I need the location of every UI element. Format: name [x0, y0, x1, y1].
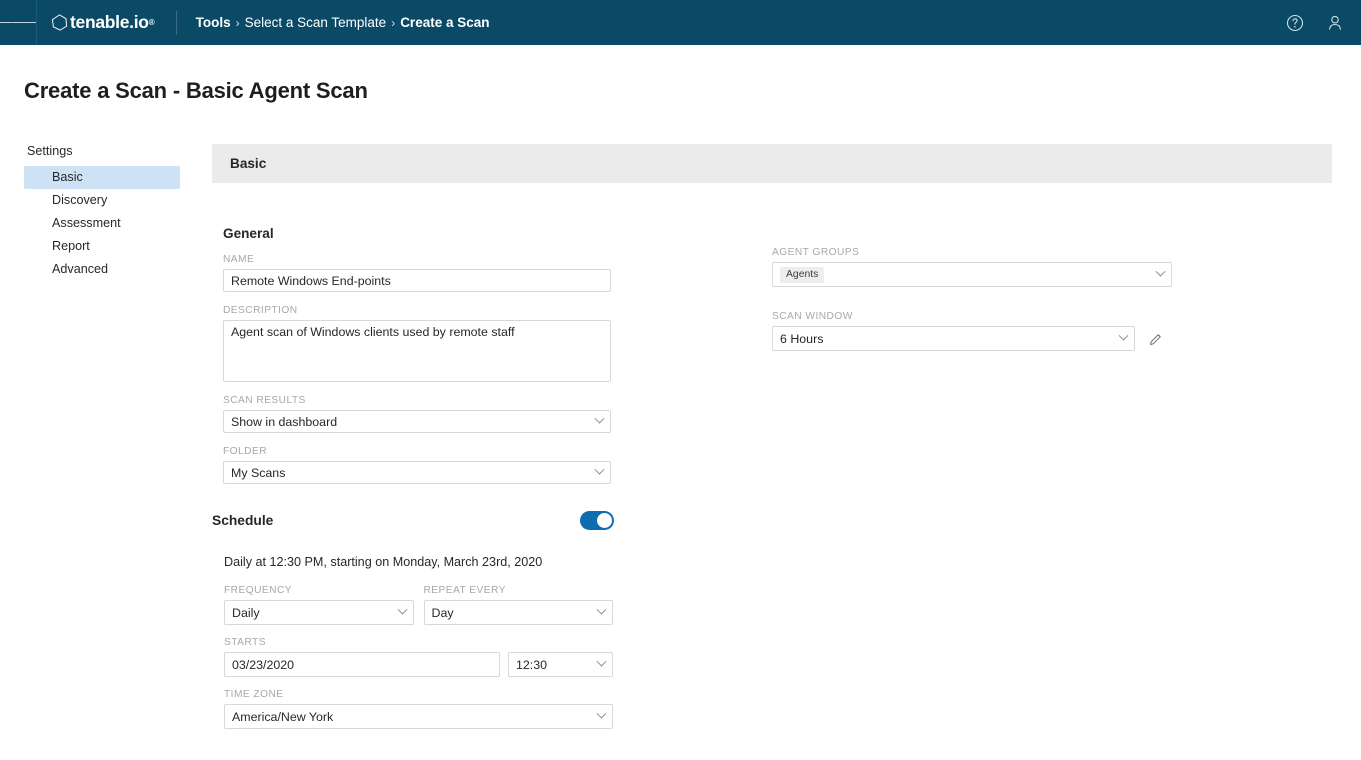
brand-registered-mark: ® — [149, 19, 155, 27]
breadcrumb-item-tools[interactable]: Tools — [196, 15, 231, 30]
starts-time-select[interactable]: 12:30 — [508, 652, 613, 677]
chevron-down-icon — [595, 464, 605, 474]
chevron-down-icon — [1156, 266, 1166, 276]
field-label-agent-groups: AGENT GROUPS — [772, 247, 1172, 258]
settings-sidebar: Settings Basic Discovery Assessment Repo… — [24, 144, 180, 281]
repeat-every-value: Day — [432, 606, 454, 620]
starts-time-value: 12:30 — [516, 658, 547, 672]
schedule-fields: FREQUENCY Daily REPEAT EVERY Day STARTS — [224, 585, 613, 729]
field-scan-window: SCAN WINDOW 6 Hours — [772, 311, 1172, 351]
field-starts: STARTS 03/23/2020 12:30 — [224, 637, 613, 677]
field-label-name: NAME — [223, 254, 611, 265]
sidebar-item-advanced[interactable]: Advanced — [24, 258, 180, 281]
general-section-heading: General — [223, 226, 1332, 241]
hamburger-icon-line — [12, 22, 24, 24]
brand-name: tenable.io — [70, 14, 149, 32]
schedule-summary-text: Daily at 12:30 PM, starting on Monday, M… — [224, 555, 632, 569]
frequency-value: Daily — [232, 606, 260, 620]
field-repeat-every: REPEAT EVERY Day — [424, 585, 614, 625]
field-agent-groups: AGENT GROUPS Agents — [772, 247, 1172, 287]
field-label-folder: FOLDER — [223, 446, 611, 457]
starts-date-wrapper: 03/23/2020 — [224, 652, 500, 677]
sidebar-item-assessment[interactable]: Assessment — [24, 212, 180, 235]
folder-value: My Scans — [231, 466, 285, 480]
field-label-repeat-every: REPEAT EVERY — [424, 585, 614, 596]
sidebar-item-report[interactable]: Report — [24, 235, 180, 258]
field-description: DESCRIPTION Agent scan of Windows client… — [223, 305, 611, 382]
field-folder: FOLDER My Scans — [223, 446, 611, 484]
settings-sidebar-title: Settings — [24, 144, 180, 158]
breadcrumb-item-select-a-scan-template[interactable]: Select a Scan Template — [245, 15, 387, 30]
chevron-down-icon — [597, 604, 607, 614]
time-zone-value: America/New York — [232, 710, 333, 724]
starts-time-wrapper: 12:30 — [508, 652, 613, 677]
top-navigation-bar: tenable.io ® Tools › Select a Scan Templ… — [0, 0, 1361, 45]
breadcrumb-item-create-a-scan: Create a Scan — [400, 15, 489, 30]
field-label-starts: STARTS — [224, 637, 613, 648]
agent-groups-chip[interactable]: Agents — [780, 267, 824, 283]
field-time-zone: TIME ZONE America/New York — [224, 689, 613, 729]
user-account-icon[interactable] — [1325, 13, 1345, 33]
panel-header-basic: Basic — [212, 144, 1332, 183]
field-label-frequency: FREQUENCY — [224, 585, 414, 596]
pencil-edit-icon[interactable] — [1148, 331, 1164, 347]
schedule-section: Schedule Daily at 12:30 PM, starting on … — [212, 511, 632, 729]
field-label-time-zone: TIME ZONE — [224, 689, 613, 700]
brand-logo[interactable]: tenable.io ® — [37, 0, 155, 45]
general-right-column: AGENT GROUPS Agents SCAN WINDOW 6 Hours — [772, 247, 1172, 364]
breadcrumb-separator-icon: › — [236, 16, 240, 30]
field-name: NAME Remote Windows End-points — [223, 254, 611, 292]
time-zone-select[interactable]: America/New York — [224, 704, 613, 729]
description-textarea[interactable]: Agent scan of Windows clients used by re… — [223, 320, 611, 382]
field-label-description: DESCRIPTION — [223, 305, 611, 316]
name-input[interactable]: Remote Windows End-points — [223, 269, 611, 292]
chevron-down-icon — [1119, 330, 1129, 340]
scan-results-select[interactable]: Show in dashboard — [223, 410, 611, 433]
chevron-down-icon — [397, 604, 407, 614]
scan-results-value: Show in dashboard — [231, 415, 337, 429]
frequency-repeat-row: FREQUENCY Daily REPEAT EVERY Day — [224, 585, 613, 637]
agent-groups-select[interactable]: Agents — [772, 262, 1172, 287]
chevron-down-icon — [597, 656, 607, 666]
tenable-heptagon-icon — [50, 13, 69, 32]
folder-select[interactable]: My Scans — [223, 461, 611, 484]
sidebar-item-discovery[interactable]: Discovery — [24, 189, 180, 212]
topbar-actions — [1285, 13, 1361, 33]
schedule-title: Schedule — [212, 513, 273, 528]
hamburger-icon-line — [24, 22, 36, 24]
general-left-column: NAME Remote Windows End-points DESCRIPTI… — [223, 254, 611, 497]
repeat-every-select[interactable]: Day — [424, 600, 614, 625]
field-label-scan-results: SCAN RESULTS — [223, 395, 611, 406]
page-title: Create a Scan - Basic Agent Scan — [24, 78, 368, 104]
scan-window-row: 6 Hours — [772, 326, 1172, 351]
starts-date-input[interactable]: 03/23/2020 — [224, 652, 500, 677]
hamburger-menu-button[interactable] — [0, 0, 37, 45]
chevron-down-icon — [597, 708, 607, 718]
scan-window-select[interactable]: 6 Hours — [772, 326, 1135, 351]
chevron-down-icon — [595, 413, 605, 423]
hamburger-icon-line — [0, 22, 12, 24]
scan-window-value: 6 Hours — [780, 332, 823, 346]
frequency-select[interactable]: Daily — [224, 600, 414, 625]
field-scan-results: SCAN RESULTS Show in dashboard — [223, 395, 611, 433]
breadcrumb-separator-icon: › — [391, 16, 395, 30]
toggle-knob — [597, 513, 612, 528]
basic-settings-panel: Basic General NAME Remote Windows End-po… — [212, 144, 1332, 254]
field-frequency: FREQUENCY Daily — [224, 585, 414, 625]
field-label-scan-window: SCAN WINDOW — [772, 311, 1172, 322]
schedule-header: Schedule — [212, 511, 614, 530]
help-circle-icon[interactable] — [1285, 13, 1305, 33]
starts-row: 03/23/2020 12:30 — [224, 652, 613, 677]
nav-divider — [176, 11, 177, 35]
schedule-enabled-toggle[interactable] — [580, 511, 614, 530]
sidebar-item-basic[interactable]: Basic — [24, 166, 180, 189]
breadcrumb: Tools › Select a Scan Template › Create … — [196, 15, 490, 30]
